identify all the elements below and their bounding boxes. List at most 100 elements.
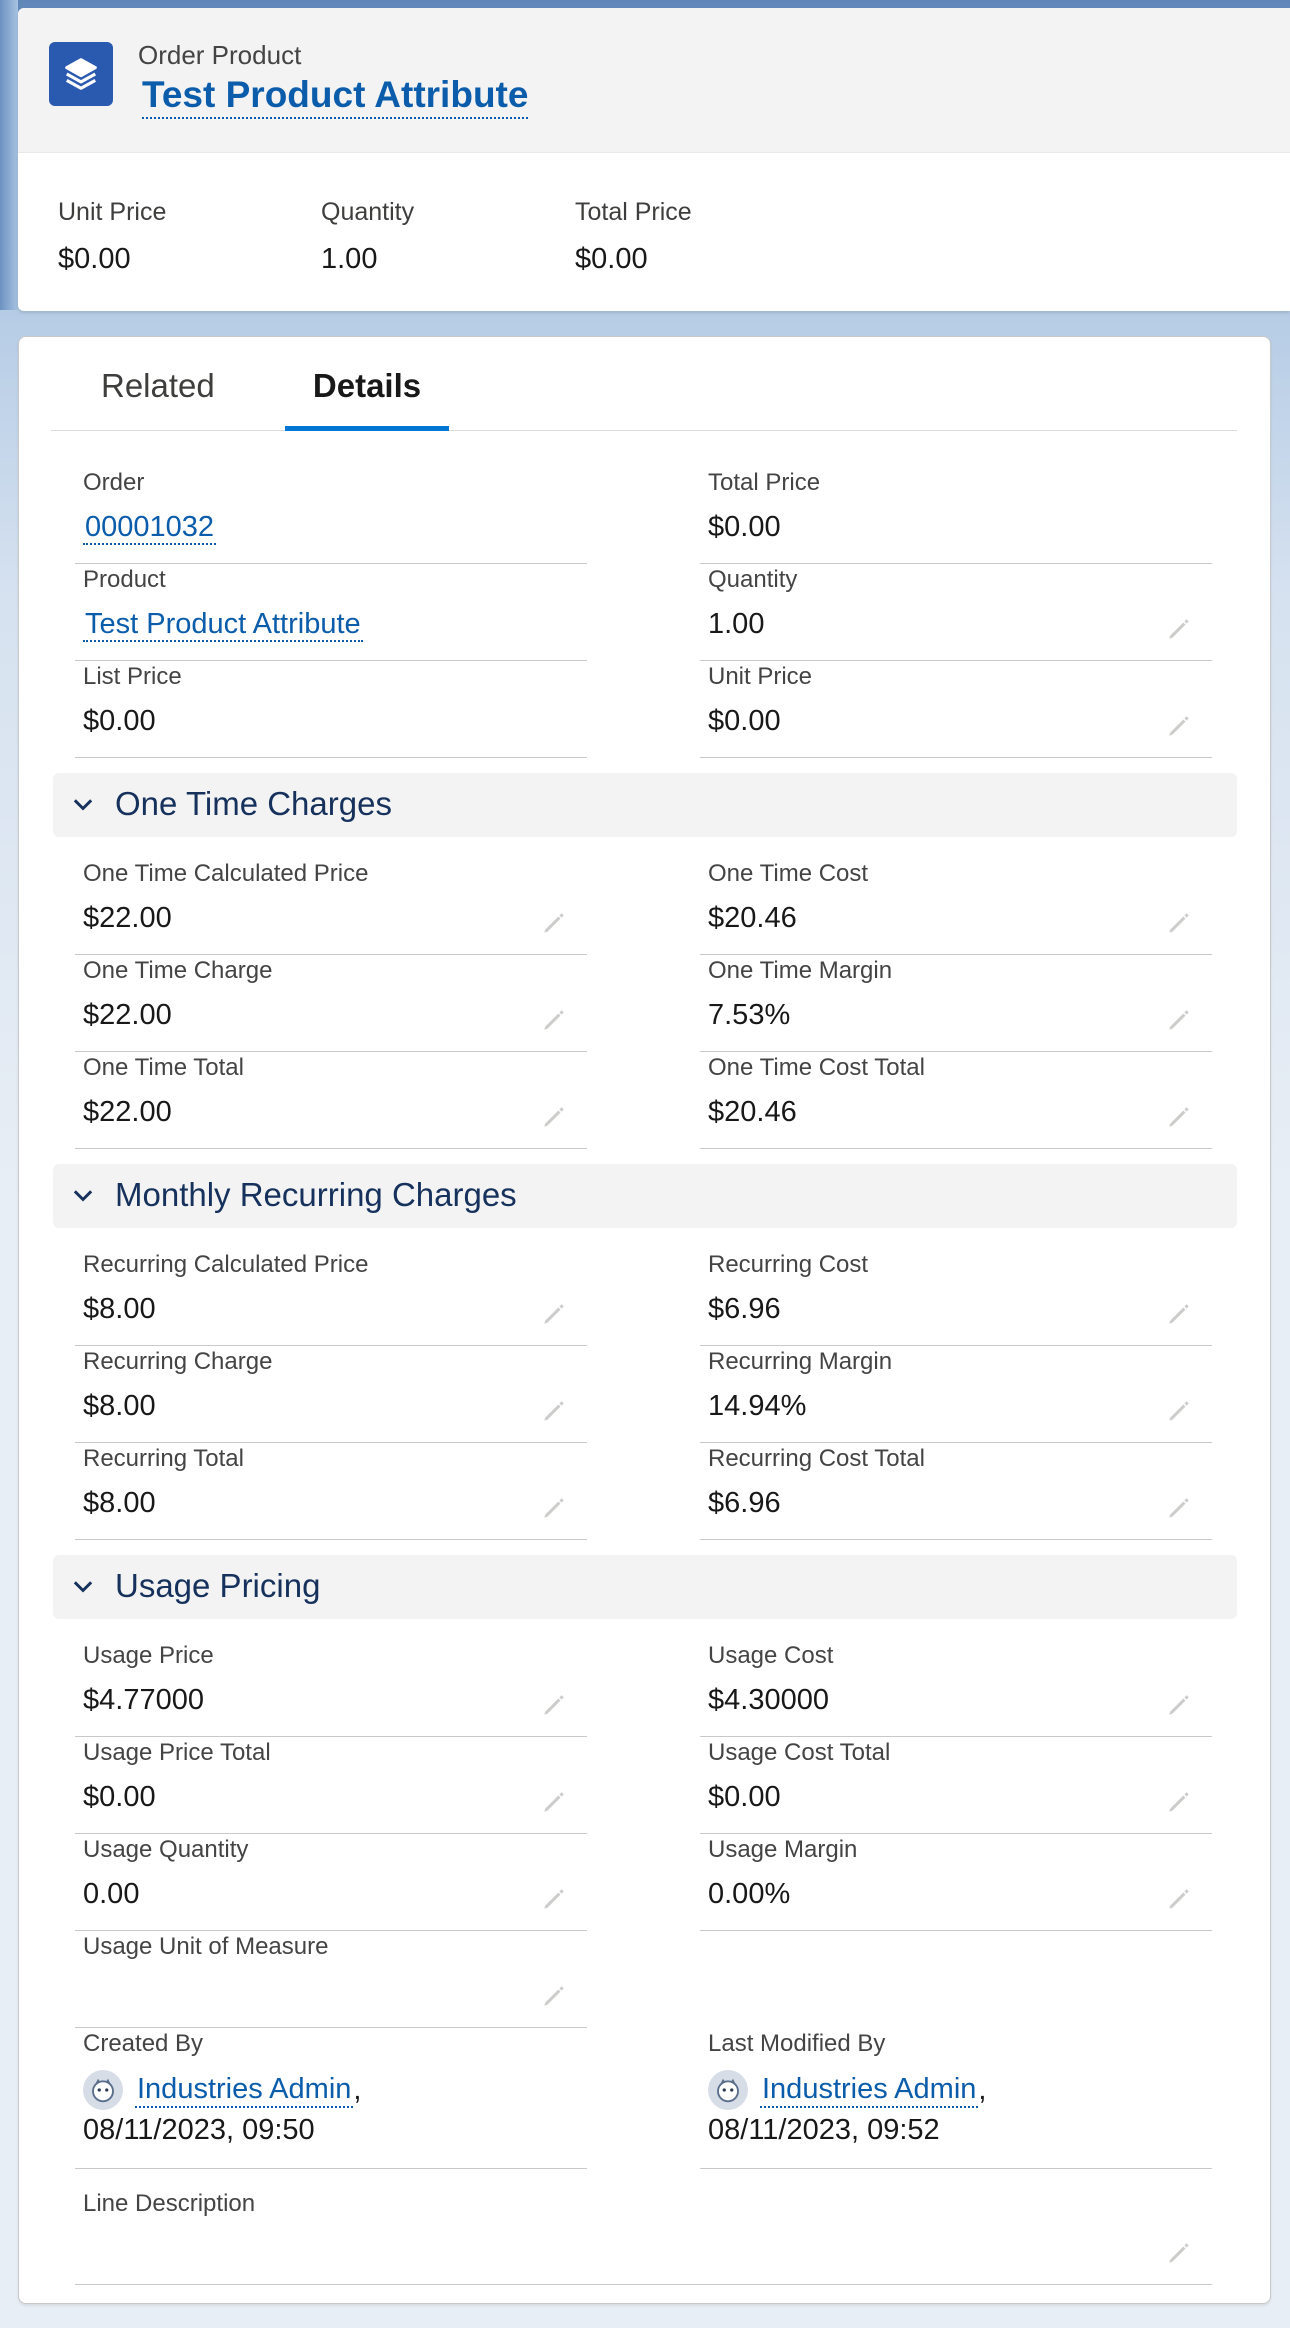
field-value: $6.96 — [708, 1487, 781, 1519]
field-recurring-calculated-price: Recurring Calculated Price $8.00 — [75, 1249, 587, 1346]
field-one-time-calculated-price: One Time Calculated Price $22.00 — [75, 858, 587, 955]
pencil-icon[interactable] — [541, 1398, 567, 1424]
field-recurring-cost-total: Recurring Cost Total $6.96 — [700, 1443, 1212, 1540]
highlight-total-price: Total Price $0.00 — [575, 198, 692, 276]
field-total-price: Total Price $0.00 — [700, 467, 1212, 564]
field-value: $20.46 — [708, 902, 797, 934]
highlight-unit-price: Unit Price $0.00 — [58, 198, 166, 276]
field-value: $22.00 — [83, 1096, 172, 1128]
pencil-icon[interactable] — [1166, 1692, 1192, 1718]
highlight-label: Quantity — [321, 198, 415, 226]
pencil-icon[interactable] — [1166, 1886, 1192, 1912]
field-value: $0.00 — [83, 1781, 156, 1813]
pencil-icon[interactable] — [541, 1495, 567, 1521]
field-value: $0.00 — [708, 1781, 781, 1813]
order-link[interactable]: 00001032 — [83, 511, 217, 545]
tab-related[interactable]: Related — [101, 367, 215, 431]
pencil-icon[interactable] — [1166, 616, 1192, 642]
pencil-icon[interactable] — [541, 1789, 567, 1815]
field-unit-price: Unit Price $0.00 — [700, 661, 1212, 758]
field-label: One Time Charge — [83, 957, 273, 984]
highlight-value: $0.00 — [575, 243, 648, 275]
field-label: Line Description — [83, 2190, 256, 2217]
field-recurring-cost: Recurring Cost $6.96 — [700, 1249, 1212, 1346]
field-usage-cost: Usage Cost $4.30000 — [700, 1640, 1212, 1737]
details-card: Related Details Order 00001032 Total Pri… — [18, 336, 1271, 2304]
field-line-description: Line Description — [75, 2188, 1212, 2285]
created-date: 08/11/2023, 09:50 — [83, 2114, 315, 2146]
pencil-icon[interactable] — [1166, 2240, 1192, 2266]
field-recurring-charge: Recurring Charge $8.00 — [75, 1346, 587, 1443]
field-label: One Time Cost Total — [708, 1054, 925, 1081]
pencil-icon[interactable] — [1166, 713, 1192, 739]
pencil-icon[interactable] — [1166, 1398, 1192, 1424]
field-value: Test Product Attribute — [83, 608, 363, 642]
pencil-icon[interactable] — [1166, 1789, 1192, 1815]
field-label: Quantity — [708, 566, 798, 593]
record-header-top: Order Product Test Product Attribute — [18, 8, 1290, 153]
modified-by-link[interactable]: Industries Admin — [760, 2073, 979, 2108]
pencil-icon[interactable] — [541, 1301, 567, 1327]
record-title[interactable]: Test Product Attribute — [142, 74, 529, 119]
field-value: 1.00 — [708, 608, 765, 640]
field-label: Usage Price — [83, 1642, 214, 1669]
chevron-down-icon — [73, 1190, 93, 1202]
pencil-icon[interactable] — [541, 1692, 567, 1718]
field-value: $0.00 — [708, 511, 781, 543]
section-one-time-charges[interactable]: One Time Charges — [53, 773, 1237, 837]
field-value: 14.94% — [708, 1390, 807, 1422]
pencil-icon[interactable] — [1166, 1495, 1192, 1521]
section-title: Usage Pricing — [115, 1567, 321, 1604]
highlight-label: Unit Price — [58, 198, 167, 226]
user-avatar-icon — [708, 2070, 748, 2110]
field-label: Last Modified By — [708, 2030, 886, 2057]
field-value: $0.00 — [83, 705, 156, 737]
field-usage-quantity: Usage Quantity 0.00 — [75, 1834, 587, 1931]
field-one-time-cost: One Time Cost $20.46 — [700, 858, 1212, 955]
tab-details[interactable]: Details — [285, 367, 449, 431]
field-label: Order — [83, 469, 145, 496]
field-value: 0.00% — [708, 1878, 791, 1910]
pencil-icon[interactable] — [1166, 1104, 1192, 1130]
field-label: One Time Cost — [708, 860, 869, 887]
field-one-time-total: One Time Total $22.00 — [75, 1052, 587, 1149]
pencil-icon[interactable] — [1166, 910, 1192, 936]
field-label: One Time Total — [83, 1054, 244, 1081]
field-label: Usage Cost Total — [708, 1739, 891, 1766]
pencil-icon[interactable] — [541, 1104, 567, 1130]
field-quantity: Quantity 1.00 — [700, 564, 1212, 661]
layers-icon — [49, 42, 113, 106]
field-created-by: Created By Industries Admin, 08/11/2023,… — [75, 2028, 587, 2169]
created-by-link[interactable]: Industries Admin — [135, 2073, 354, 2108]
field-one-time-charge: One Time Charge $22.00 — [75, 955, 587, 1052]
pencil-icon[interactable] — [541, 910, 567, 936]
field-value: 0.00 — [83, 1878, 140, 1910]
page-background — [0, 0, 18, 310]
modified-date: 08/11/2023, 09:52 — [708, 2114, 940, 2146]
field-label: Recurring Margin — [708, 1348, 893, 1375]
field-value: 00001032 — [83, 511, 217, 545]
field-value: $6.96 — [708, 1293, 781, 1325]
field-usage-unit-of-measure: Usage Unit of Measure — [75, 1931, 587, 2028]
product-link[interactable]: Test Product Attribute — [83, 608, 363, 642]
field-label: Created By — [83, 2030, 204, 2057]
field-label: List Price — [83, 663, 182, 690]
field-label: One Time Margin — [708, 957, 893, 984]
field-label: Product — [83, 566, 166, 593]
pencil-icon[interactable] — [1166, 1007, 1192, 1033]
section-monthly-recurring-charges[interactable]: Monthly Recurring Charges — [53, 1164, 1237, 1228]
created-by-user: Industries Admin, — [83, 2070, 361, 2110]
modified-by-user: Industries Admin, — [708, 2070, 986, 2110]
highlight-quantity: Quantity 1.00 — [321, 198, 414, 276]
field-value: $4.77000 — [83, 1684, 204, 1716]
user-avatar-icon — [83, 2070, 123, 2110]
pencil-icon[interactable] — [541, 1983, 567, 2009]
comma: , — [978, 2073, 987, 2106]
section-usage-pricing[interactable]: Usage Pricing — [53, 1555, 1237, 1619]
field-label: Total Price — [708, 469, 821, 496]
pencil-icon[interactable] — [1166, 1301, 1192, 1327]
pencil-icon[interactable] — [541, 1886, 567, 1912]
pencil-icon[interactable] — [541, 1007, 567, 1033]
field-label: Usage Unit of Measure — [83, 1933, 329, 1960]
field-label: Usage Price Total — [83, 1739, 271, 1766]
